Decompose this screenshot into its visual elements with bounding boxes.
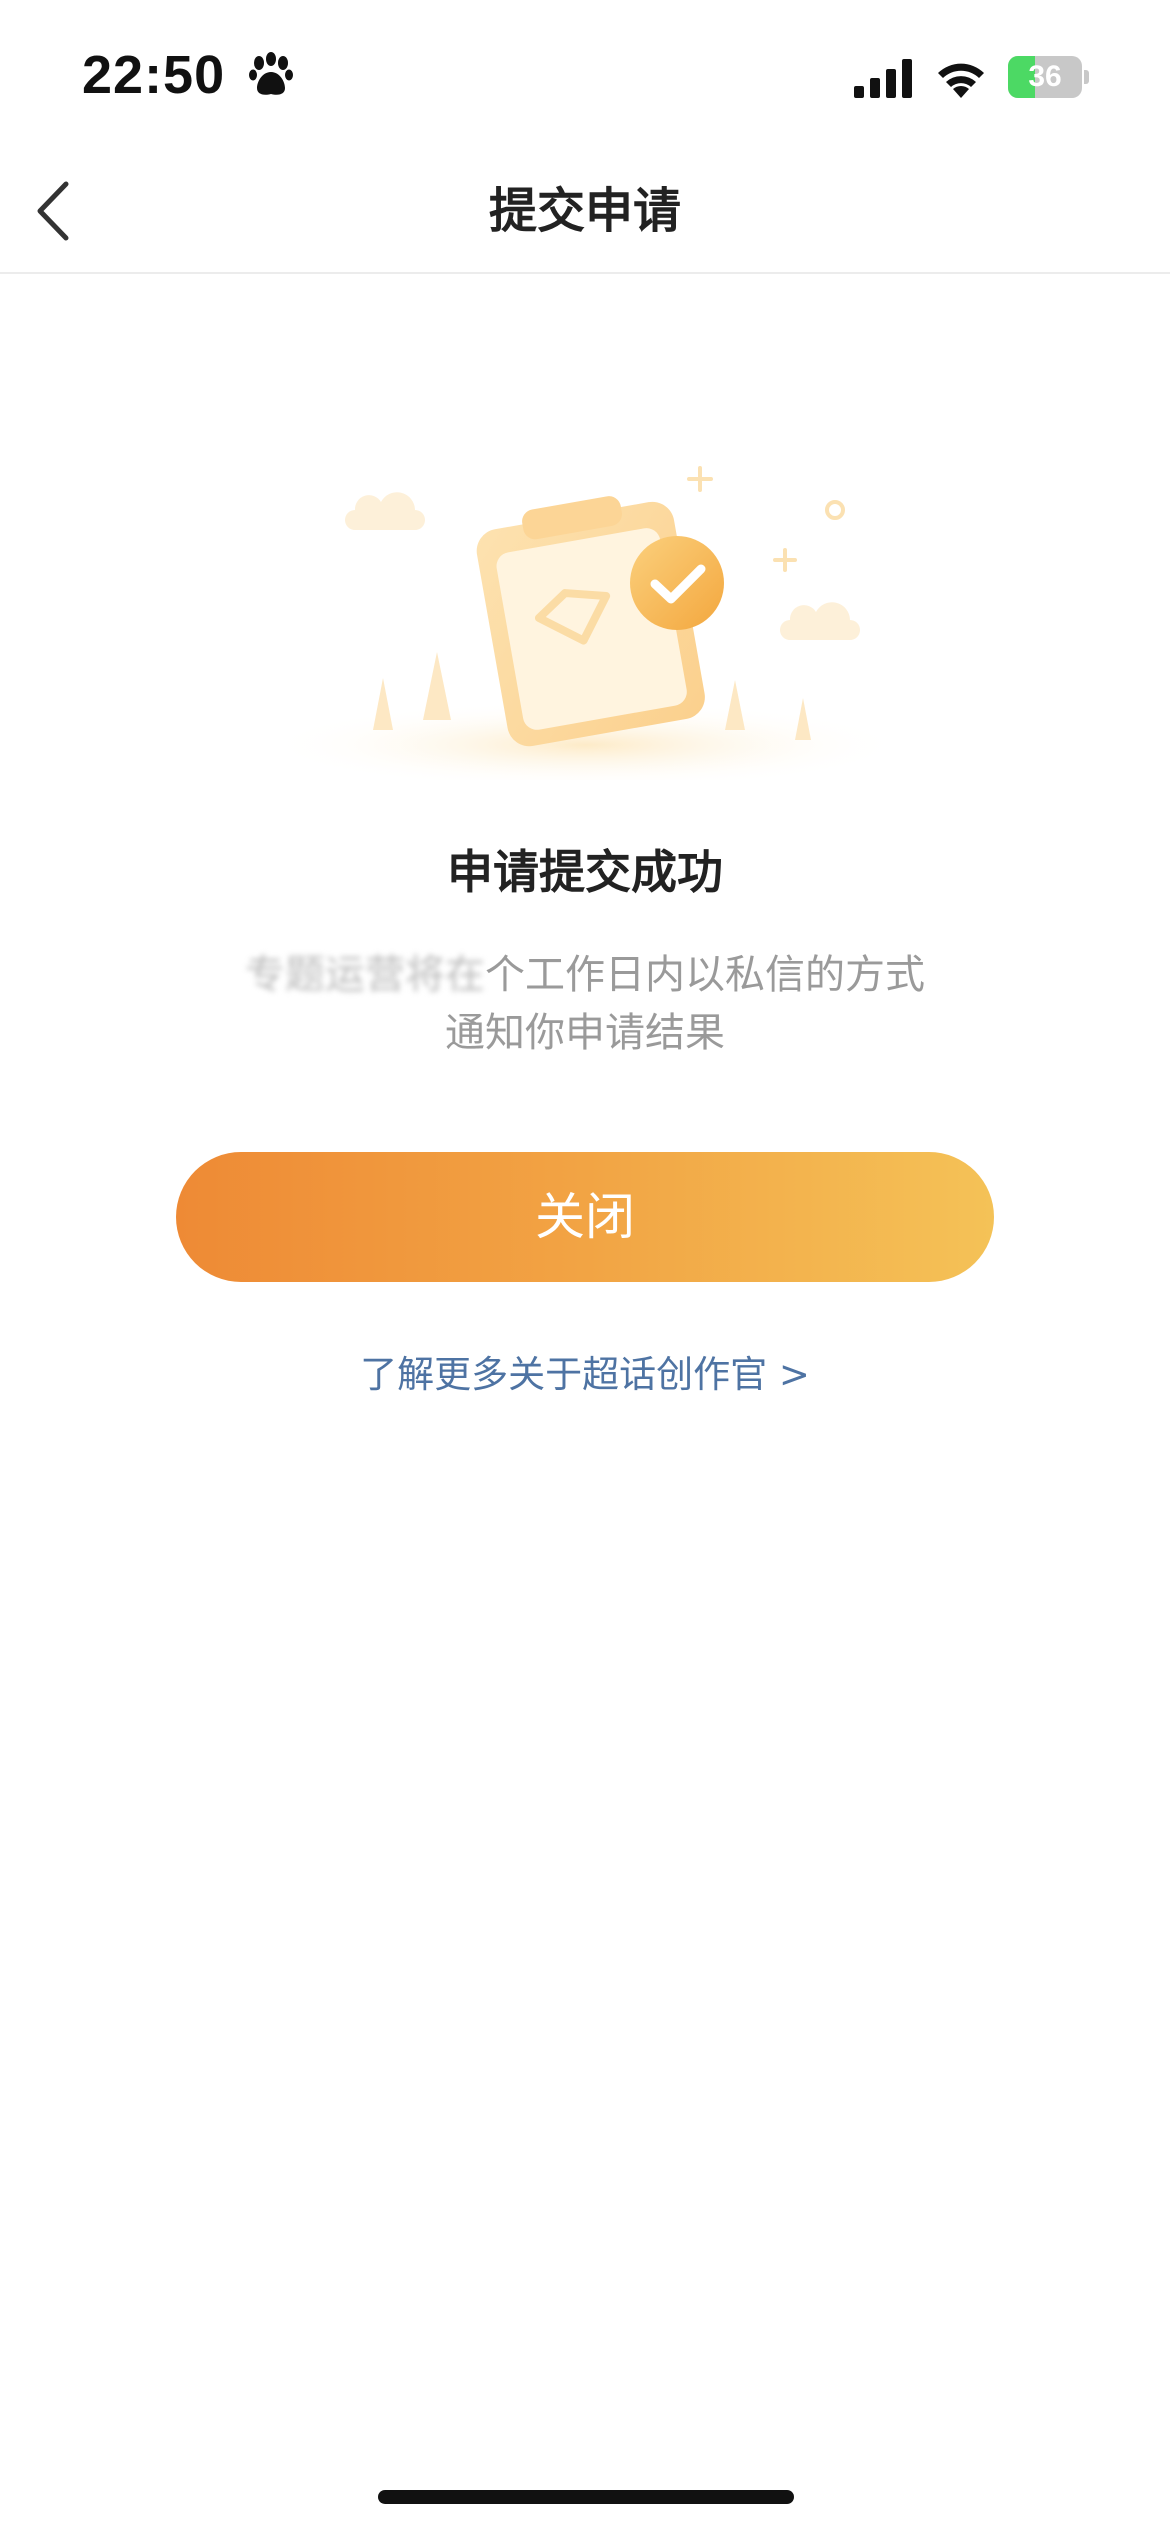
redacted-text: 专题运营将在 [245, 952, 485, 998]
result-description: 专题运营将在个工作日内以私信的方式通知你申请结果 [235, 946, 935, 1062]
page-title: 提交申请 [488, 183, 681, 239]
status-bar: 22:50 36 [0, 0, 1170, 150]
home-indicator[interactable] [378, 2490, 794, 2504]
battery-icon: 36 [1008, 56, 1090, 98]
battery-body: 36 [1008, 56, 1082, 98]
result-description-text: 个工作日内以私信的方式通知你申请结果 [445, 952, 925, 1056]
status-time: 22:50 [82, 45, 226, 105]
battery-cap [1084, 70, 1089, 84]
result-title: 申请提交成功 [447, 845, 723, 899]
nav-bar: 提交申请 [0, 150, 1170, 274]
wifi-icon [938, 63, 984, 98]
success-clipboard-illustration [265, 466, 905, 780]
battery-level: 36 [1028, 60, 1062, 93]
paw-icon [249, 52, 293, 95]
learn-more-link[interactable]: 了解更多关于超话创作官 > [0, 1344, 1170, 1398]
cellular-signal-icon [854, 59, 912, 98]
close-button[interactable]: 关闭 [176, 1152, 994, 1282]
submit-success-page: 22:50 36 提交申请 申请提交成功 专题运营将在个工作日内以私信的方式通知… [0, 0, 1170, 2532]
